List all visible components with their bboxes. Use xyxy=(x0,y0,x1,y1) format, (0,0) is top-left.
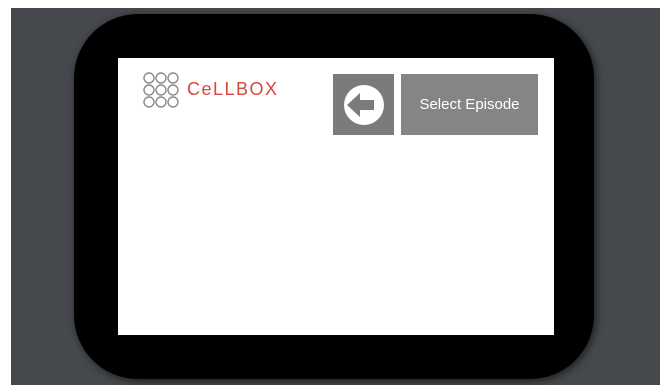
back-button[interactable] xyxy=(333,74,394,135)
back-arrow-icon xyxy=(344,85,384,125)
brand-name: CeLLBOX xyxy=(187,79,279,99)
select-episode-button[interactable]: Select Episode xyxy=(401,74,538,135)
device-screen: CeLLBOX Select Episode xyxy=(118,58,554,335)
cellbox-logo: CeLLBOX xyxy=(142,71,279,111)
cellbox-logo-icon xyxy=(143,72,179,108)
